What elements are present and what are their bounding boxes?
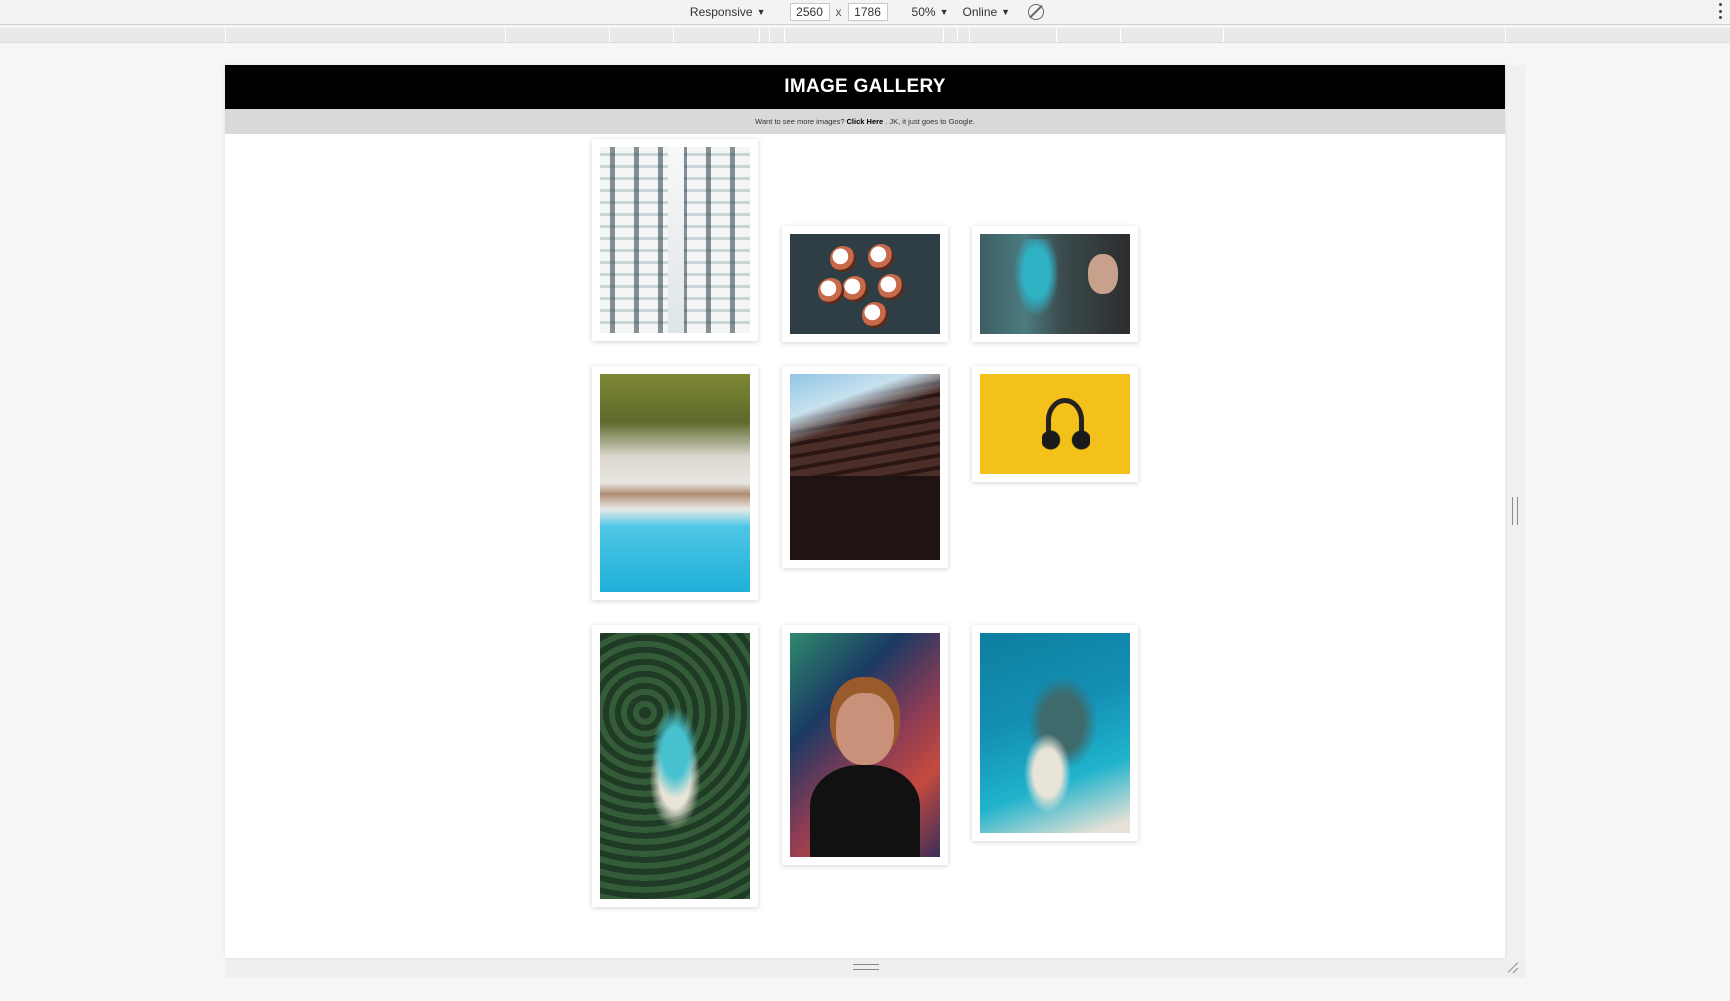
cupcakes-photo bbox=[790, 234, 940, 334]
gallery-card[interactable] bbox=[972, 366, 1138, 482]
device-label: Responsive bbox=[689, 5, 753, 19]
throttle-select[interactable]: Online ▼ bbox=[958, 3, 1014, 21]
gallery-card[interactable] bbox=[592, 625, 758, 907]
gallery-card[interactable] bbox=[782, 226, 948, 342]
width-resize-handle[interactable] bbox=[1512, 497, 1518, 525]
building-windows-photo bbox=[600, 147, 750, 333]
width-input[interactable] bbox=[789, 3, 830, 21]
more-options-icon[interactable] bbox=[1718, 3, 1722, 19]
rotate-icon[interactable] bbox=[1028, 4, 1045, 20]
gallery-card[interactable] bbox=[592, 139, 758, 341]
device-select[interactable]: Responsive ▼ bbox=[686, 3, 770, 21]
height-input[interactable] bbox=[847, 3, 888, 21]
corner-resize-handle[interactable] bbox=[1507, 961, 1519, 973]
gallery-card[interactable] bbox=[972, 625, 1138, 841]
portrait-photo bbox=[790, 633, 940, 857]
dimension-separator: x bbox=[835, 5, 842, 19]
site-header: IMAGE GALLERY bbox=[225, 65, 1505, 109]
info-text-after: . JK, it just goes to Google. bbox=[885, 117, 975, 126]
more-images-link[interactable]: Click Here bbox=[847, 117, 884, 126]
device-toolbar: Responsive ▼ x 50% ▼ Online ▼ bbox=[0, 0, 1730, 25]
chevron-down-icon: ▼ bbox=[756, 7, 766, 17]
info-bar: Want to see more images? Click Here . JK… bbox=[225, 109, 1505, 134]
emulated-viewport: IMAGE GALLERY Want to see more images? C… bbox=[225, 65, 1505, 958]
gallery-card[interactable] bbox=[782, 625, 948, 865]
image-gallery bbox=[225, 134, 1505, 958]
graffiti-woman-photo bbox=[980, 234, 1130, 334]
info-text-before: Want to see more images? bbox=[755, 117, 845, 126]
reef-photo bbox=[980, 633, 1130, 833]
curved-building-photo bbox=[790, 374, 940, 560]
palm-island-photo bbox=[600, 633, 750, 899]
beach-palms-photo bbox=[600, 374, 750, 592]
zoom-label: 50% bbox=[911, 5, 936, 19]
zoom-select[interactable]: 50% ▼ bbox=[908, 3, 953, 21]
height-resize-handle[interactable] bbox=[853, 964, 879, 970]
gallery-card[interactable] bbox=[592, 366, 758, 600]
gallery-card[interactable] bbox=[972, 226, 1138, 342]
chevron-down-icon: ▼ bbox=[1001, 7, 1011, 17]
gallery-card[interactable] bbox=[782, 366, 948, 568]
media-query-ruler[interactable] bbox=[0, 28, 1730, 43]
throttle-label: Online bbox=[962, 5, 998, 19]
page-title: IMAGE GALLERY bbox=[784, 76, 946, 97]
headphones-photo bbox=[980, 374, 1130, 474]
chevron-down-icon: ▼ bbox=[939, 7, 949, 17]
